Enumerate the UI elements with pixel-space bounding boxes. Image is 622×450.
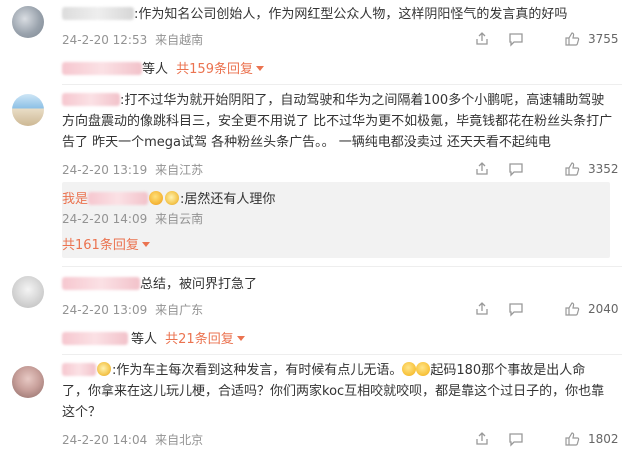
comment-meta: 24-2-20 14:04 来自北京 [62,431,207,448]
comment-text-line: 这个？ [62,405,102,420]
comment-meta: 24-2-20 12:53 来自越南 [62,31,207,48]
like-count: 3755 [588,32,619,46]
divider [62,266,622,267]
comment-icon[interactable] [508,31,524,47]
chevron-down-icon [236,336,245,341]
like-icon[interactable] [564,161,580,177]
share-icon[interactable] [474,301,490,317]
comment-text-line: :作为车主每次看到这种发言，有时候有点儿无语。 起码180那个事故是出人命 [62,362,585,380]
reply-avatars-names [62,62,142,75]
comment-text-line: :打不过华为就开始阴阳了，自动驾驶和华为之间隔着100多个小鹏呢，高速辅助驾驶 [62,92,604,110]
share-icon[interactable] [474,431,490,447]
reply-username-blur [88,192,149,205]
share-icon[interactable] [474,161,490,177]
avatar[interactable] [12,6,44,38]
comment-text: :作为知名公司创始人，作为网红型公众人物，这样阴阳怪气的发言真的好吗 [62,6,567,24]
username[interactable] [62,363,96,376]
like-icon[interactable] [564,431,580,447]
chevron-down-icon [141,242,150,247]
comment-actions: 1802 [474,431,619,447]
comment-location: 来自广东 [155,303,204,317]
like-count: 1802 [588,432,619,446]
avatar[interactable] [12,94,44,126]
comment-date: 24-2-20 13:19 [62,163,148,177]
cry-emoji-icon [416,362,431,376]
reply-meta: 24-2-20 14:09 来自云南 [62,210,203,227]
comment-actions: 2040 [474,301,619,317]
comment-text-line: 告了 昨天一个mega试驾 各种粉丝头条广告。。 一辆纯电都没卖过 还天天看不起… [62,135,551,150]
reply-summary[interactable]: 共161条回复 [62,234,150,253]
comment-meta: 24-2-20 13:19 来自江苏 [62,161,207,178]
comment-location: 来自北京 [155,433,204,447]
comment-location: 来自江苏 [155,163,204,177]
crown-icon [165,191,180,205]
avatar[interactable] [12,366,44,398]
username[interactable] [62,93,120,106]
divider [62,354,622,355]
username[interactable] [62,277,140,290]
comment-meta: 24-2-20 13:09 来自广东 [62,301,207,318]
like-icon[interactable] [564,31,580,47]
reply-username[interactable]: 我是 [62,192,88,207]
comment-icon[interactable] [508,431,524,447]
comment-text-line: 方向盘震动的像跳科目三，安全更不用说了 比不过华为更不如极氪，毕竟钱都花在粉丝头… [62,114,613,129]
comment-text-line: 了，你拿来在这儿玩儿梗，合适吗？你们两家koc互相咬就咬呗，都是靠这个过日子的，… [62,384,605,399]
comment-icon[interactable] [508,301,524,317]
comment-icon[interactable] [508,161,524,177]
share-icon[interactable] [474,31,490,47]
like-count: 3352 [588,162,619,176]
cry-emoji-icon [402,362,417,376]
reply-count-link[interactable]: 共159条回复 [176,62,253,77]
comment-actions: 3352 [474,161,619,177]
comment-item: :作为知名公司创始人，作为网红型公众人物，这样阴阳怪气的发言真的好吗 24-2-… [0,0,622,80]
reply-summary[interactable]: 等人 共21条回复 [62,328,245,347]
comment-date: 24-2-20 13:09 [62,303,148,317]
reply-count-link[interactable]: 共21条回复 [165,332,234,347]
reply-box: 我是:居然还有人理你 24-2-20 14:09 来自云南 共161条回复 [62,182,610,258]
chevron-down-icon [255,66,264,71]
like-icon[interactable] [564,301,580,317]
crown-icon [97,362,111,376]
reply-location: 来自云南 [155,212,204,226]
comment-item: :打不过华为就开始阴阳了，自动驾驶和华为之间隔着100多个小鹏呢，高速辅助驾驶 … [0,88,622,258]
reply-summary[interactable]: 等人 共159条回复 [62,58,264,77]
comment-date: 24-2-20 14:04 [62,433,148,447]
reply-text: 我是:居然还有人理你 [62,191,276,207]
comment-date: 24-2-20 12:53 [62,33,148,47]
comment-actions: 3755 [474,31,619,47]
comment-location: 来自越南 [155,33,204,47]
divider [62,84,622,85]
like-count: 2040 [588,302,619,316]
comment-text: 总结，被问界打急了 [62,276,257,294]
comment-item: :作为车主每次看到这种发言，有时候有点儿无语。 起码180那个事故是出人命 了，你… [0,358,622,450]
reply-avatars-names [62,332,128,345]
username[interactable] [62,7,134,20]
comment-item: 总结，被问界打急了 24-2-20 13:09 来自广东 2040 等人 共21… [0,270,622,350]
reply-date: 24-2-20 14:09 [62,212,148,226]
badge-icon [149,191,164,205]
avatar[interactable] [12,276,44,308]
reply-count-link[interactable]: 共161条回复 [62,238,139,253]
